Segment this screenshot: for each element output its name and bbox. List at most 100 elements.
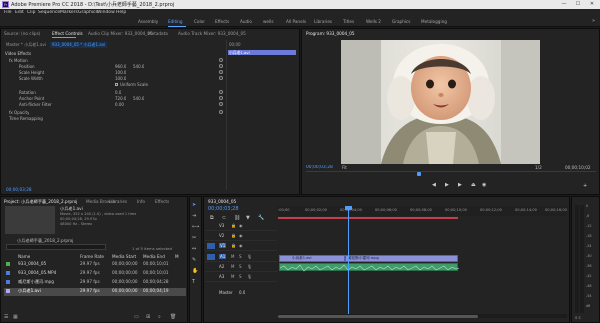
eye-icon[interactable]: ◉ bbox=[239, 233, 243, 238]
master-track-value[interactable]: 0.0 bbox=[239, 290, 245, 295]
icon-view-icon[interactable]: ▦ bbox=[13, 314, 18, 320]
button-editor-plus-icon[interactable]: + bbox=[583, 183, 587, 189]
step-back-icon[interactable]: ◀ bbox=[432, 182, 436, 188]
label-color-swatch[interactable] bbox=[6, 289, 10, 293]
mic-icon[interactable]: 🎙 bbox=[247, 274, 252, 279]
col-name[interactable]: Name bbox=[18, 254, 30, 259]
timeline-clip-audio[interactable] bbox=[279, 263, 459, 272]
lift-icon[interactable]: ⏏ bbox=[471, 182, 476, 188]
program-playhead[interactable] bbox=[417, 172, 421, 176]
tab-metadata[interactable]: Metadata bbox=[148, 31, 168, 36]
wrench-icon[interactable]: 🔧 bbox=[258, 215, 264, 221]
program-monitor-title[interactable]: Program: 933_0004_05 bbox=[306, 31, 355, 36]
workspace-effects[interactable]: Effects bbox=[215, 19, 229, 24]
track-label-v2[interactable]: V2 bbox=[219, 233, 224, 238]
source-patch-v1[interactable] bbox=[207, 243, 215, 249]
table-row[interactable]: 933_0004_05.MP4 29.97 fps 00;00;00;00 00… bbox=[4, 270, 186, 278]
track-label-a3[interactable]: A3 bbox=[219, 274, 224, 279]
reset-icon[interactable] bbox=[219, 58, 223, 62]
workspace-wells-2[interactable]: Wells 2 bbox=[366, 19, 381, 24]
add-marker-icon[interactable]: ▼ bbox=[246, 215, 250, 221]
list-view-icon[interactable]: ☰ bbox=[4, 314, 8, 320]
track-label-a2[interactable]: A2 bbox=[219, 264, 224, 269]
export-frame-icon[interactable]: ◉ bbox=[482, 182, 486, 188]
tab-info[interactable]: Info bbox=[137, 199, 145, 204]
reset-icon[interactable] bbox=[219, 64, 223, 68]
anchor-x-value[interactable]: 720.0 bbox=[115, 96, 126, 101]
solo-icon[interactable]: S bbox=[239, 254, 242, 259]
effect-time-remapping[interactable]: Time Remapping bbox=[9, 116, 43, 121]
timeline-horizontal-scrollbar[interactable] bbox=[278, 314, 567, 318]
slip-tool-icon[interactable]: ↔ bbox=[192, 246, 196, 252]
eye-icon[interactable]: ◉ bbox=[239, 243, 243, 248]
timeline-clip-video[interactable]: 威尼斯小運河.mpg bbox=[345, 255, 458, 262]
mic-icon[interactable]: 🎙 bbox=[247, 264, 252, 269]
solo-icon[interactable]: S bbox=[239, 274, 242, 279]
program-current-timecode[interactable]: 00;00;03;28 bbox=[306, 165, 333, 170]
table-row[interactable]: 威尼斯小運河.mpg 29.97 fps 00;00;00;00 00;00;0… bbox=[4, 279, 186, 287]
anchor-y-value[interactable]: 540.0 bbox=[133, 96, 144, 101]
tab-audio-clip-mixer[interactable]: Audio Clip Mixer: 933_0004_05 bbox=[88, 31, 153, 36]
table-row-selected[interactable]: 小兵老1.avi 29.97 fps 00;00;00;00 00;00;04;… bbox=[4, 288, 186, 296]
trash-icon[interactable]: 🗑 bbox=[170, 314, 176, 320]
menu-graphics[interactable]: Graphics bbox=[78, 10, 98, 15]
master-clip-label[interactable]: Master * 小兵老1.avi bbox=[6, 42, 46, 48]
program-resolution-dropdown[interactable]: 1/2 bbox=[535, 165, 542, 170]
meter-solo-buttons[interactable]: S S bbox=[575, 316, 581, 320]
workspace-overflow-icon[interactable]: » bbox=[592, 18, 595, 24]
effect-motion[interactable]: fx Motion bbox=[9, 58, 28, 63]
reset-icon[interactable] bbox=[219, 70, 223, 74]
workspace-audio[interactable]: Audio bbox=[240, 19, 252, 24]
linked-selection-icon[interactable]: ⛓ bbox=[234, 215, 240, 221]
eye-icon[interactable]: ◉ bbox=[239, 223, 243, 228]
col-media-start[interactable]: Media Start bbox=[112, 254, 136, 259]
tab-effect-controls[interactable]: Effect Controls bbox=[52, 31, 83, 36]
timeline-clip-video[interactable]: 小兵老1.avi bbox=[279, 255, 345, 262]
new-bin-icon[interactable]: ▭ bbox=[134, 314, 139, 320]
menu-edit[interactable]: Edit bbox=[15, 10, 24, 15]
timeline-timecode[interactable]: 00;00;03;28 bbox=[208, 206, 239, 212]
col-media-end[interactable]: Media End bbox=[143, 254, 165, 259]
source-patch-a1[interactable] bbox=[207, 254, 215, 260]
new-item-icon[interactable]: ⊞ bbox=[146, 314, 150, 320]
ripple-edit-tool-icon[interactable]: ⟷ bbox=[192, 224, 199, 230]
mute-icon[interactable]: M bbox=[231, 254, 234, 259]
table-row[interactable]: 933_0004_05 29.97 fps 00;00;00;00 00;00;… bbox=[4, 261, 186, 269]
mute-icon[interactable]: M bbox=[231, 264, 234, 269]
effect-opacity[interactable]: fx Opacity bbox=[9, 110, 29, 115]
lock-icon[interactable]: 🔒 bbox=[231, 223, 236, 228]
reset-icon[interactable] bbox=[219, 96, 223, 100]
step-forward-icon[interactable]: ▶ bbox=[458, 182, 462, 188]
workspace-editing[interactable]: Editing bbox=[168, 19, 183, 24]
lock-icon[interactable]: 🔒 bbox=[231, 233, 236, 238]
position-y-value[interactable]: 540.0 bbox=[133, 64, 144, 69]
maximize-button[interactable]: ☐ bbox=[571, 0, 585, 9]
selection-tool-icon[interactable]: ➤ bbox=[192, 202, 196, 208]
position-x-value[interactable]: 960.0 bbox=[115, 64, 126, 69]
track-label-a1[interactable]: A1 bbox=[219, 254, 227, 259]
menu-file[interactable]: File bbox=[4, 10, 12, 15]
anti-flicker-value[interactable]: 0.00 bbox=[115, 102, 124, 107]
tab-libraries[interactable]: Libraries bbox=[109, 199, 127, 204]
workspace-assembly[interactable]: Assembly bbox=[138, 19, 158, 24]
menu-markers[interactable]: Markers bbox=[60, 10, 78, 15]
workspace-graphics[interactable]: Graphics bbox=[392, 19, 411, 24]
minimize-button[interactable]: — bbox=[557, 0, 571, 9]
sequence-clip-label[interactable]: 933_0004_05 * 小兵老1.avi bbox=[50, 42, 108, 48]
type-tool-icon[interactable]: T bbox=[192, 279, 195, 285]
playhead-handle[interactable] bbox=[345, 206, 352, 210]
workspace-color[interactable]: Color bbox=[194, 19, 205, 24]
col-frame-rate[interactable]: Frame Rate bbox=[80, 254, 104, 259]
solo-icon[interactable]: S bbox=[239, 264, 242, 269]
nest-icon[interactable]: ⧉ bbox=[210, 215, 214, 221]
program-fit-dropdown[interactable]: Fit bbox=[342, 165, 347, 170]
scale-width-value[interactable]: 100.0 bbox=[115, 76, 126, 81]
lock-icon[interactable]: 🔒 bbox=[231, 243, 236, 248]
search-icon[interactable]: ⌕ bbox=[158, 314, 161, 320]
pen-tool-icon[interactable]: ✎ bbox=[192, 257, 196, 263]
label-color-swatch[interactable] bbox=[6, 280, 10, 284]
reset-icon[interactable] bbox=[219, 76, 223, 80]
workspace-all-panels[interactable]: All Panels bbox=[286, 19, 306, 24]
hand-tool-icon[interactable]: ✋ bbox=[192, 268, 198, 274]
close-button[interactable]: ✕ bbox=[585, 0, 599, 9]
